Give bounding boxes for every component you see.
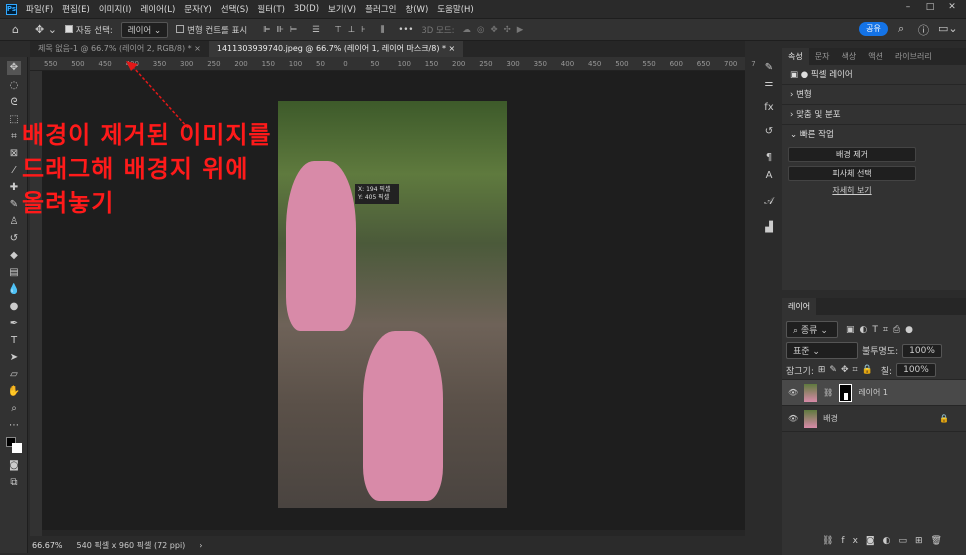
lock-icon: 🔒 xyxy=(939,414,950,423)
learn-more-link[interactable]: 자세히 보기 xyxy=(782,185,922,196)
opacity-label: 불투명도: xyxy=(862,347,899,357)
right-panels: 속성 문자 색상 액션 라이브러리 ▣ ● 픽셀 레이어 › 변형 › 맞춤 및… xyxy=(782,48,966,555)
link-icon[interactable]: ⛓ xyxy=(823,388,833,397)
layer-filter-dropdown[interactable]: ⌕ 종류 ⌄ xyxy=(786,321,838,338)
adjustments-icon[interactable]: ⚌ xyxy=(762,77,776,91)
tab-libraries[interactable]: 라이브러리 xyxy=(889,48,938,65)
glyphs-icon[interactable]: 𝒜 xyxy=(762,195,776,209)
lock-label: 잠그기: xyxy=(786,366,814,377)
opacity-input[interactable]: 100% xyxy=(902,343,942,358)
panel-icon-strip: ✎ ⚌ fx ↺ ¶ A 𝒜 ▟ xyxy=(755,57,780,237)
layer-row-layer1[interactable]: 👁 ⛓ 레이어 1 xyxy=(782,380,966,406)
visibility-eye-icon[interactable]: 👁 xyxy=(788,388,798,397)
layers-tabs: 레이어 xyxy=(782,298,966,315)
visibility-eye-icon[interactable]: 👁 xyxy=(788,414,798,423)
history-icon[interactable]: ↺ xyxy=(762,125,776,139)
properties-tabs: 속성 문자 색상 액션 라이브러리 xyxy=(782,48,966,65)
select-subject-button[interactable]: 피사체 선택 xyxy=(788,166,916,181)
layer-type-row: ▣ ● 픽셀 레이어 xyxy=(782,65,966,85)
character-icon[interactable]: A xyxy=(762,169,776,183)
document-info: 540 픽셀 x 960 픽셀 (72 ppi) xyxy=(76,541,186,550)
layer-thumbnail xyxy=(804,383,818,402)
status-expand-icon[interactable]: › xyxy=(199,541,202,550)
fill-input[interactable]: 100% xyxy=(896,363,936,377)
layer-name: 배경 xyxy=(823,414,838,423)
layer-name: 레이어 1 xyxy=(858,388,889,397)
tab-color[interactable]: 색상 xyxy=(835,48,862,65)
plugins-icon[interactable]: ▟ xyxy=(762,221,776,235)
status-bar: 66.67% 540 픽셀 x 960 픽셀 (72 ppi) › xyxy=(30,538,745,553)
paragraph-icon[interactable]: ¶ xyxy=(762,151,776,165)
annotation-text: 배경이 제거된 이미지를 드래그해 배경지 위에 올려놓기 xyxy=(22,121,272,217)
layer-thumbnail xyxy=(804,409,818,428)
pixel-layer-icon: ▣ ● xyxy=(790,70,809,80)
brush-settings-icon[interactable]: ✎ xyxy=(762,61,776,75)
tab-properties[interactable]: 속성 xyxy=(782,48,809,65)
layer-mask-thumbnail[interactable] xyxy=(839,383,853,402)
lock-icons[interactable]: ⊞✎✥⌗🔒 xyxy=(818,365,877,375)
layer-actions-icons[interactable]: ⛓fx◙◐▭⊞🗑 xyxy=(822,536,950,546)
remove-background-button[interactable]: 배경 제거 xyxy=(788,147,916,162)
tab-layers[interactable]: 레이어 xyxy=(782,298,817,315)
section-quick-actions[interactable]: ⌄ 빠른 작업 xyxy=(782,125,966,145)
blend-mode-dropdown[interactable]: 표준 ⌄ xyxy=(786,342,858,359)
fill-label: 칠: xyxy=(880,366,893,377)
layer-row-background[interactable]: 👁 배경 🔒 xyxy=(782,406,966,432)
section-transform[interactable]: › 변형 xyxy=(782,85,966,105)
horizontal-scrollbar[interactable] xyxy=(42,530,745,536)
filter-icons[interactable]: ▣◐T⌗⎙● xyxy=(846,325,918,335)
tab-character[interactable]: 문자 xyxy=(809,48,836,65)
section-align[interactable]: › 맞춤 및 분포 xyxy=(782,105,966,125)
zoom-level[interactable]: 66.67% xyxy=(32,541,63,550)
tab-actions[interactable]: 액션 xyxy=(862,48,889,65)
styles-icon[interactable]: fx xyxy=(762,101,776,115)
